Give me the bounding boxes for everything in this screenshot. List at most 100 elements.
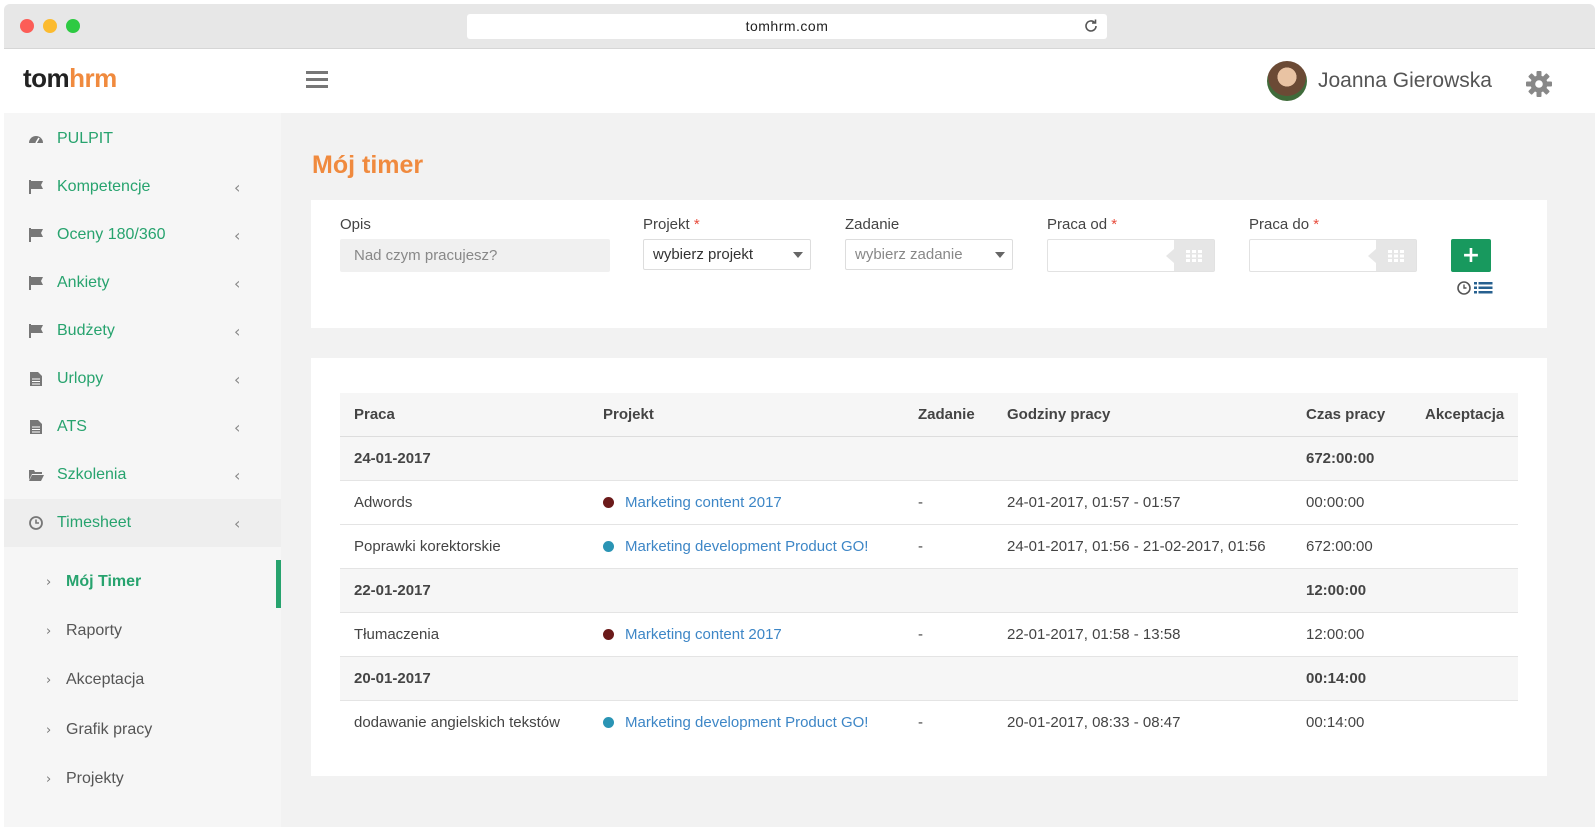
group-total: 672:00:00 [1306,450,1375,467]
projekt-select[interactable]: wybierz projekt [643,239,811,270]
column-header[interactable]: Czas pracy [1306,393,1385,436]
praca-do-label: Praca do * [1249,216,1320,233]
app-header: tomhrm Joanna Gierowska [4,49,1595,113]
minimize-window-button[interactable] [43,19,57,33]
column-header[interactable]: Akceptacja [1425,393,1504,436]
group-total: 00:14:00 [1306,670,1367,687]
project-cell: Marketing development Product GO! [603,701,868,744]
reload-icon[interactable] [1083,18,1099,34]
document-icon [30,420,42,434]
column-header[interactable]: Godziny pracy [1007,393,1110,436]
dashboard-icon [29,136,43,144]
praca-do-input[interactable] [1249,239,1417,272]
chevron-right-icon: › [46,623,52,639]
sidebar-item-budzety[interactable]: Budżety ‹ [4,307,281,355]
chevron-left-icon: ‹ [234,513,241,533]
sidebar-item-kompetencje[interactable]: Kompetencje ‹ [4,163,281,211]
menu-toggle-icon[interactable] [306,71,328,89]
work-cell: Poprawki korektorskie [354,538,501,555]
avatar[interactable] [1267,61,1307,101]
chevron-right-icon: › [46,722,52,738]
timer-mode-toggle[interactable] [1457,280,1497,296]
project-color-dot [603,497,614,508]
timesheet-table: Praca Projekt Zadanie Godziny pracy Czas… [340,393,1518,745]
chevron-left-icon: ‹ [234,273,241,293]
sidebar-subitem-grafik-pracy[interactable]: › Grafik pracy [4,706,281,754]
project-color-dot [603,541,614,552]
sidebar-item-pulpit[interactable]: PULPIT [4,115,281,163]
project-link[interactable]: Marketing content 2017 [625,494,782,511]
work-cell: dodawanie angielskich tekstów [354,714,560,731]
praca-od-input[interactable] [1047,239,1215,272]
sidebar-subitem-akceptacja[interactable]: › Akceptacja [4,656,281,704]
hours-cell: 24-01-2017, 01:57 - 01:57 [1007,494,1181,511]
chevron-left-icon: ‹ [234,321,241,341]
page-title: Mój timer [312,151,424,179]
project-link[interactable]: Marketing content 2017 [625,626,782,643]
project-link[interactable]: Marketing development Product GO! [625,538,868,555]
logo[interactable]: tomhrm [23,63,117,94]
caret-down-icon [793,252,803,258]
clock-icon [29,516,43,530]
task-cell: - [918,626,923,643]
time-cell: 672:00:00 [1306,538,1373,555]
timer-form: Opis Nad czym pracujesz? Projekt * wybie… [311,200,1547,328]
document-icon [30,372,42,386]
date-group-row: 24-01-2017 672:00:00 [340,437,1518,481]
hours-cell: 24-01-2017, 01:56 - 21-02-2017, 01:56 [1007,538,1266,555]
column-header[interactable]: Zadanie [918,393,975,436]
zadanie-label: Zadanie [845,216,900,233]
sidebar-subitem-raporty[interactable]: › Raporty [4,607,281,655]
folder-open-icon [29,470,44,481]
flag-icon [29,228,43,242]
table-row[interactable]: Poprawki korektorskie Marketing developm… [340,525,1518,569]
flag-icon [29,324,43,338]
group-date: 20-01-2017 [354,670,431,687]
chevron-left-icon: ‹ [234,465,241,485]
maximize-window-button[interactable] [66,19,80,33]
chevron-right-icon: › [46,574,52,590]
zadanie-select[interactable]: wybierz zadanie [845,239,1013,270]
calendar-button[interactable] [1166,240,1214,271]
sidebar: PULPIT Kompetencje ‹ Oceny 180/360 ‹ Ank… [4,113,281,827]
time-cell: 00:00:00 [1306,494,1365,511]
user-name[interactable]: Joanna Gierowska [1318,69,1492,93]
column-header[interactable]: Praca [354,393,395,436]
add-entry-button[interactable]: + [1451,239,1491,272]
close-window-button[interactable] [20,19,34,33]
chevron-right-icon: › [46,672,52,688]
opis-input[interactable]: Nad czym pracujesz? [340,239,610,272]
time-cell: 12:00:00 [1306,626,1365,643]
projekt-label: Projekt * [643,216,700,233]
list-icon [1474,282,1493,294]
task-cell: - [918,714,923,731]
project-link[interactable]: Marketing development Product GO! [625,714,868,731]
address-bar[interactable]: tomhrm.com [467,14,1107,39]
project-cell: Marketing development Product GO! [603,525,868,568]
sidebar-item-urlopy[interactable]: Urlopy ‹ [4,355,281,403]
sidebar-item-timesheet[interactable]: Timesheet ‹ [4,499,281,547]
sidebar-item-ats[interactable]: ATS ‹ [4,403,281,451]
flag-icon [29,180,43,194]
chevron-left-icon: ‹ [234,177,241,197]
praca-od-label: Praca od * [1047,216,1118,233]
sidebar-item-szkolenia[interactable]: Szkolenia ‹ [4,451,281,499]
sidebar-subitem-projekty[interactable]: › Projekty [4,755,281,803]
opis-label: Opis [340,216,371,233]
clock-icon [1457,281,1471,295]
table-row[interactable]: dodawanie angielskich tekstów Marketing … [340,701,1518,745]
task-cell: - [918,538,923,555]
sidebar-item-ankiety[interactable]: Ankiety ‹ [4,259,281,307]
sidebar-item-oceny[interactable]: Oceny 180/360 ‹ [4,211,281,259]
main-content: Mój timer Opis Nad czym pracujesz? Proje… [281,113,1595,827]
work-cell: Adwords [354,494,413,511]
column-header[interactable]: Projekt [603,393,654,436]
table-row[interactable]: Tłumaczenia Marketing content 2017 - 22-… [340,613,1518,657]
gear-icon[interactable] [1525,70,1553,98]
timesheet-table-card: Praca Projekt Zadanie Godziny pracy Czas… [311,358,1547,776]
work-cell: Tłumaczenia [354,626,440,643]
sidebar-subitem-moj-timer[interactable]: › Mój Timer [4,558,281,608]
calendar-button[interactable] [1368,240,1416,271]
group-total: 12:00:00 [1306,582,1367,599]
table-row[interactable]: Adwords Marketing content 2017 - 24-01-2… [340,481,1518,525]
